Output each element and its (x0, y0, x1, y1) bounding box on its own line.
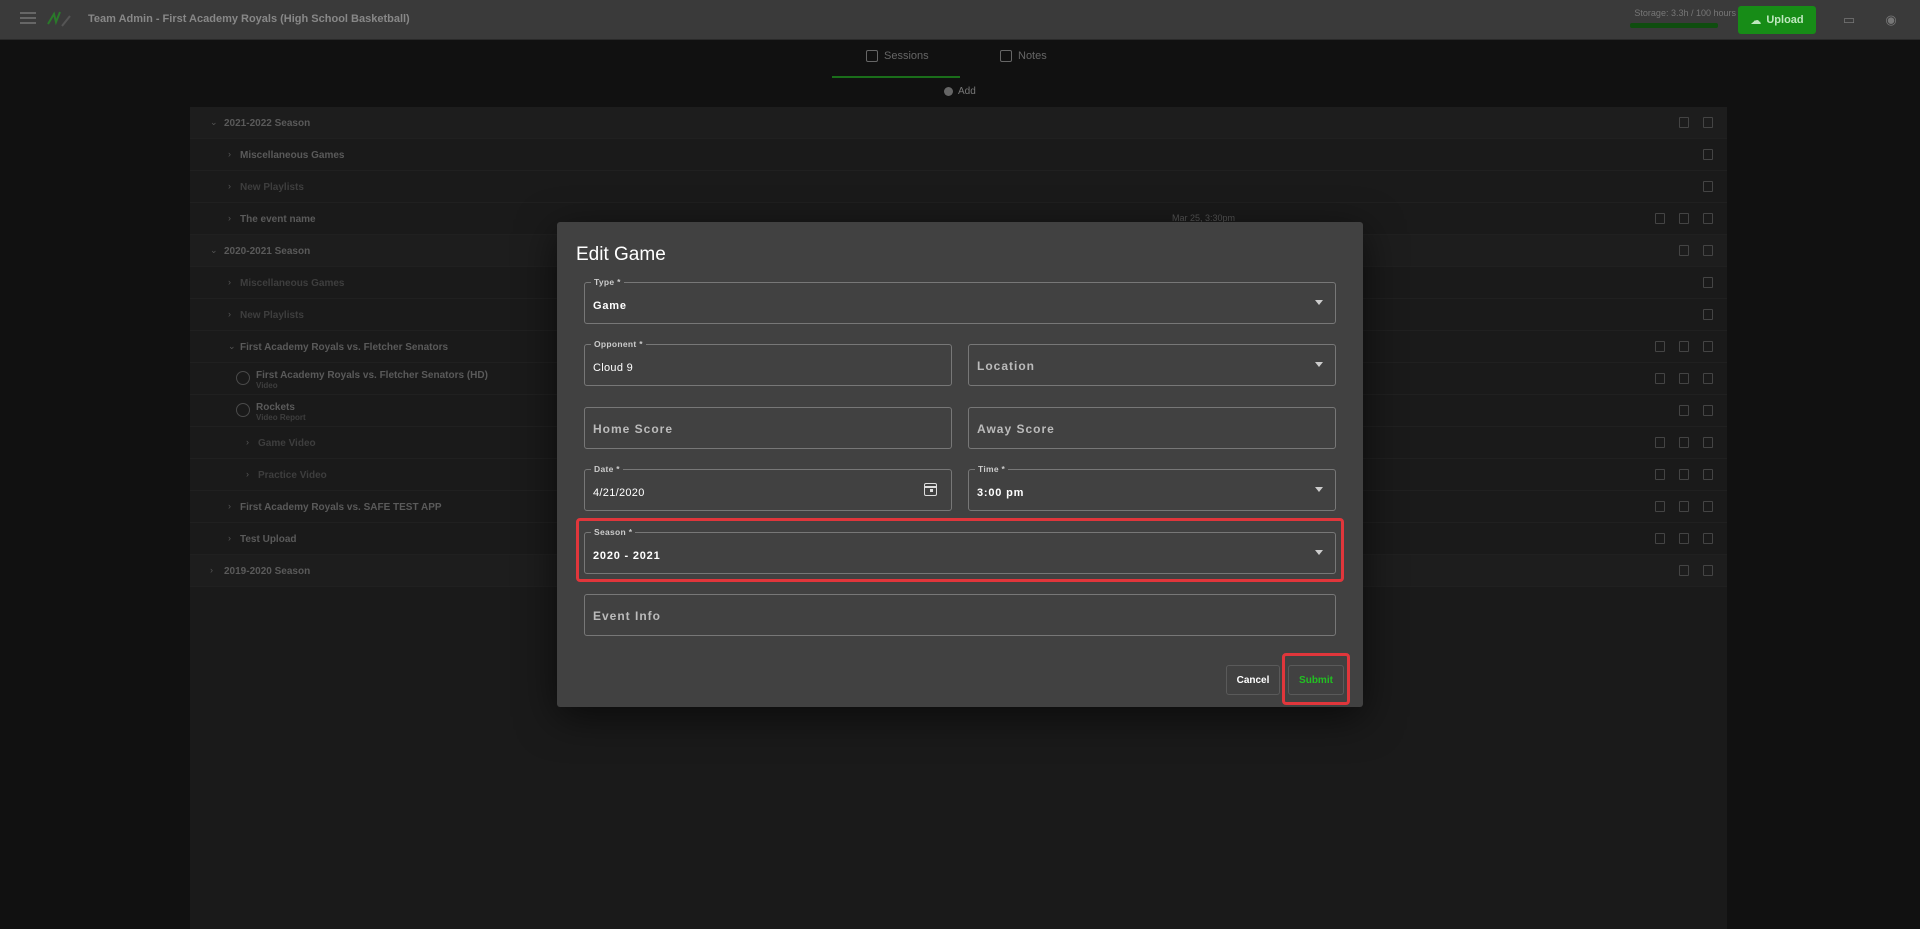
time-select[interactable]: Time * 3:00 pm (968, 464, 1336, 511)
type-value: Game (593, 300, 627, 312)
date-label: Date * (591, 464, 623, 474)
caret-down-icon (1315, 362, 1323, 367)
event-info-placeholder: Event Info (593, 609, 662, 623)
opponent-value: Cloud 9 (593, 362, 634, 374)
home-score-placeholder: Home Score (593, 422, 674, 436)
submit-highlight (1282, 653, 1350, 705)
away-score-field[interactable]: Away Score (968, 407, 1336, 449)
caret-down-icon (1315, 300, 1323, 305)
type-select[interactable]: Type * Game (584, 277, 1336, 324)
location-select[interactable]: Location (968, 344, 1336, 386)
cancel-button[interactable]: Cancel (1226, 665, 1280, 695)
away-score-placeholder: Away Score (977, 422, 1055, 436)
opponent-label: Opponent * (591, 339, 646, 349)
time-value: 3:00 pm (977, 487, 1025, 499)
edit-game-dialog: Edit Game Type * Game Opponent * Cloud 9… (557, 222, 1363, 707)
date-value: 4/21/2020 (593, 487, 645, 499)
time-label: Time * (975, 464, 1009, 474)
home-score-field[interactable]: Home Score (584, 407, 952, 449)
opponent-field[interactable]: Opponent * Cloud 9 (584, 339, 952, 386)
caret-down-icon (1315, 487, 1323, 492)
event-info-field[interactable]: Event Info (584, 594, 1336, 636)
date-field[interactable]: Date * 4/21/2020 (584, 464, 952, 511)
type-label: Type * (591, 277, 624, 287)
dialog-title: Edit Game (576, 244, 666, 265)
location-placeholder: Location (977, 359, 1035, 373)
calendar-icon[interactable] (924, 483, 937, 496)
season-highlight (576, 518, 1344, 582)
